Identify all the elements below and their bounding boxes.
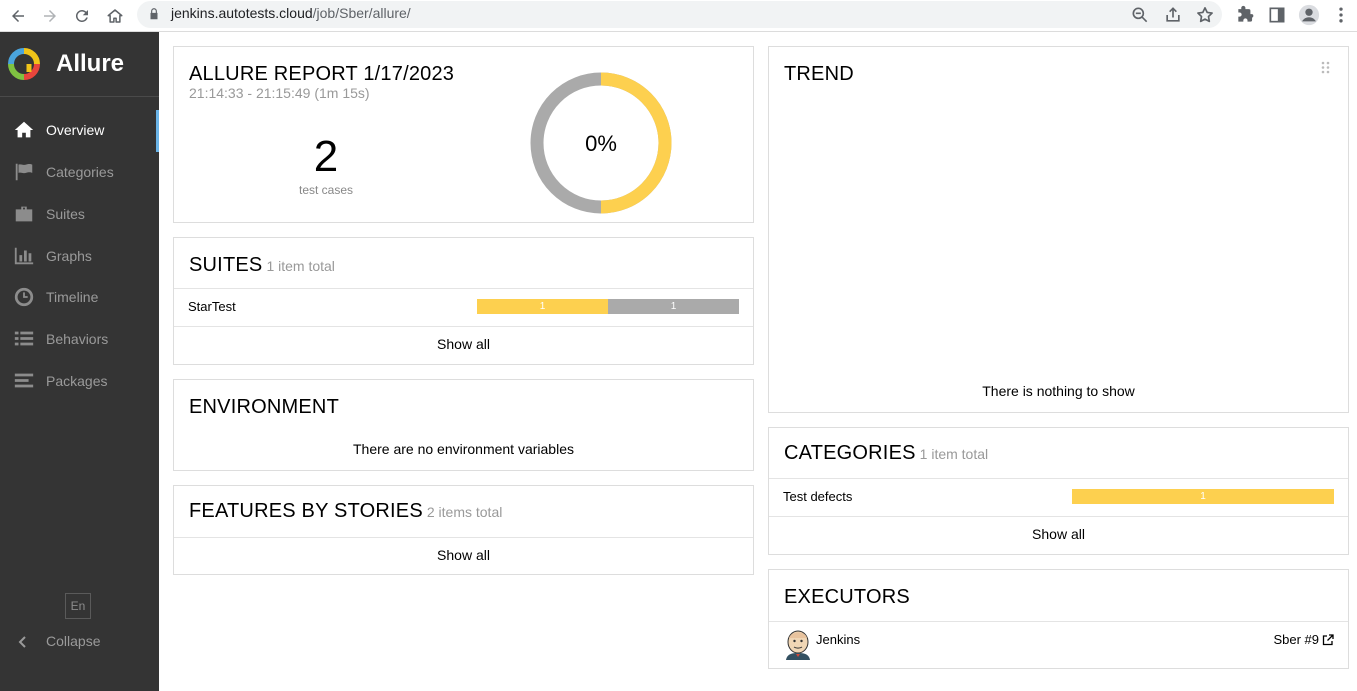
sidebar-item-label: Suites: [46, 206, 85, 222]
sidebar-item-categories[interactable]: Categories: [0, 152, 159, 192]
suites-title: SUITES 1 item total: [189, 254, 335, 276]
sidebar-item-packages[interactable]: Packages: [0, 361, 159, 401]
executor-build-link[interactable]: Sber #9: [1273, 632, 1334, 647]
categories-show-all-link[interactable]: Show all: [769, 526, 1348, 542]
sidebar-item-graphs[interactable]: Graphs: [0, 236, 159, 276]
flag-icon: [15, 163, 33, 181]
features-show-all-link[interactable]: Show all: [174, 547, 753, 563]
test-case-label: test cases: [298, 183, 354, 197]
sidebar: Allure Overview Categories Suites Graphs…: [0, 32, 159, 691]
zoom-icon[interactable]: [1130, 5, 1150, 25]
environment-title: ENVIRONMENT: [189, 396, 339, 418]
language-select[interactable]: En: [65, 593, 91, 619]
divider: [174, 326, 753, 327]
report-time-range: 21:14:33 - 21:15:49 (1m 15s): [189, 85, 370, 101]
suite-row[interactable]: StarTest 1 1: [174, 289, 753, 327]
suite-bar-failed[interactable]: 1: [608, 299, 739, 314]
url-text: jenkins.autotests.cloud/job/Sber/allure/: [171, 5, 411, 21]
drag-handle-icon[interactable]: [1321, 61, 1331, 75]
status-donut-chart[interactable]: 0%: [529, 71, 673, 215]
brand[interactable]: Allure: [0, 32, 159, 97]
arrow-right-icon: [44, 10, 56, 22]
categories-total: 1 item total: [919, 446, 989, 462]
side-panel-icon[interactable]: [1267, 5, 1287, 25]
lock-icon: [150, 8, 158, 20]
extensions-icon[interactable]: [1235, 5, 1255, 25]
home-icon: [14, 121, 34, 138]
collapse-label: Collapse: [46, 633, 101, 649]
features-title: FEATURES BY STORIES 2 items total: [189, 500, 503, 522]
sidebar-item-label: Overview: [46, 122, 105, 138]
features-widget: FEATURES BY STORIES 2 items total Show al…: [173, 485, 754, 575]
categories-widget: CATEGORIES 1 item total Test defects 1 Sh…: [768, 427, 1349, 555]
home-button[interactable]: [103, 4, 127, 28]
divider: [769, 621, 1348, 622]
features-total: 2 items total: [426, 504, 503, 520]
align-left-icon: [14, 373, 34, 388]
arrow-left-icon: [12, 10, 24, 22]
category-name: Test defects: [783, 489, 853, 504]
collapse-button[interactable]: Collapse: [0, 627, 159, 657]
forward-button[interactable]: [38, 4, 62, 28]
donut-percent: 0%: [585, 131, 617, 156]
list-icon: [14, 331, 34, 346]
reload-button[interactable]: [70, 4, 94, 28]
trend-empty-message: There is nothing to show: [982, 383, 1135, 399]
briefcase-icon: [15, 206, 33, 222]
divider: [769, 516, 1348, 517]
category-bar[interactable]: 1: [1072, 489, 1334, 504]
environment-empty-message: There are no environment variables: [352, 441, 574, 457]
clock-icon: [14, 287, 34, 307]
sidebar-item-behaviors[interactable]: Behaviors: [0, 319, 159, 359]
summary-widget: ALLURE REPORT 1/17/2023 21:14:33 - 21:15…: [173, 46, 754, 223]
brand-name: Allure: [56, 50, 125, 77]
address-bar[interactable]: jenkins.autotests.cloud/job/Sber/allure/: [137, 1, 1222, 28]
browser-toolbar: jenkins.autotests.cloud/job/Sber/allure/: [0, 0, 1357, 32]
allure-logo-icon: [8, 48, 40, 80]
more-vert-icon[interactable]: [1331, 5, 1351, 25]
sidebar-item-label: Behaviors: [46, 331, 109, 347]
test-case-count: 2: [313, 132, 339, 181]
trend-widget: TREND There is nothing to show: [768, 46, 1349, 413]
suite-name: StarTest: [188, 299, 236, 314]
sidebar-item-label: Packages: [46, 373, 108, 389]
suites-widget: SUITES 1 item total StarTest 1 1 Show all: [173, 237, 754, 365]
suites-show-all-link[interactable]: Show all: [174, 336, 753, 352]
sidebar-item-label: Graphs: [46, 248, 92, 264]
category-row[interactable]: Test defects 1: [769, 479, 1348, 517]
divider: [174, 537, 753, 538]
back-button[interactable]: [6, 4, 30, 28]
report-title: ALLURE REPORT 1/17/2023: [189, 63, 455, 85]
suites-total: 1 item total: [266, 258, 335, 274]
star-icon[interactable]: [1195, 5, 1215, 25]
jenkins-logo-icon: [786, 630, 810, 660]
environment-widget: ENVIRONMENT There are no environment var…: [173, 379, 754, 471]
chevron-left-icon: [18, 636, 26, 648]
trend-title: TREND: [784, 63, 854, 85]
sidebar-item-label: Categories: [46, 164, 114, 180]
executors-widget: EXECUTORS Jenkins Sber #9: [768, 569, 1349, 669]
suite-bar-broken[interactable]: 1: [477, 299, 608, 314]
sidebar-item-label: Timeline: [46, 289, 99, 305]
share-icon[interactable]: [1163, 5, 1183, 25]
home-outline-icon: [107, 9, 123, 23]
reload-icon: [75, 9, 88, 22]
sidebar-item-timeline[interactable]: Timeline: [0, 277, 159, 317]
bar-chart-icon: [14, 247, 34, 265]
sidebar-item-suites[interactable]: Suites: [0, 194, 159, 234]
sidebar-item-overview[interactable]: Overview: [0, 110, 159, 152]
executor-name: Jenkins: [816, 632, 861, 647]
profile-avatar-icon[interactable]: [1298, 4, 1320, 26]
executors-title: EXECUTORS: [784, 586, 910, 608]
categories-title: CATEGORIES 1 item total: [784, 442, 989, 464]
external-link-icon: [1322, 633, 1334, 645]
